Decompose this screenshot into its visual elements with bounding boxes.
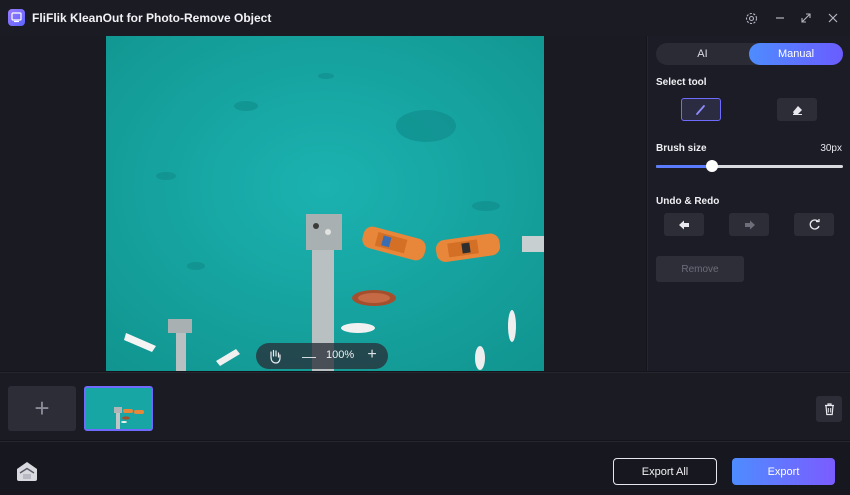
export-all-button[interactable]: Export All: [613, 458, 717, 485]
mode-manual-tab[interactable]: Manual: [749, 43, 843, 65]
undo-button[interactable]: [664, 213, 704, 236]
home-icon: [17, 462, 37, 481]
photo-canvas[interactable]: [106, 36, 544, 371]
zoom-level: 100%: [326, 349, 355, 361]
export-button[interactable]: Export: [732, 458, 835, 485]
image-thumbnail[interactable]: [84, 386, 153, 431]
title-bar: FliFlik KleanOut for Photo-Remove Object: [0, 0, 850, 36]
eraser-icon: [792, 105, 802, 115]
undo-redo-label: Undo & Redo: [656, 196, 720, 207]
mode-toggle: AI Manual: [656, 43, 843, 65]
brush-size-label: Brush size: [656, 143, 707, 154]
app-logo-icon: [8, 9, 25, 26]
minimize-icon[interactable]: [771, 9, 789, 27]
reset-icon: [809, 219, 820, 230]
mode-ai-tab[interactable]: AI: [656, 43, 749, 65]
zoom-in-button[interactable]: +: [365, 346, 379, 364]
close-icon[interactable]: [824, 9, 842, 27]
maximize-icon[interactable]: [797, 9, 815, 27]
brush-size-slider[interactable]: [656, 160, 843, 172]
eraser-tool-button[interactable]: [777, 98, 817, 121]
zoom-out-button[interactable]: —: [302, 347, 316, 365]
edit-panel: AI Manual Select tool Brush size 30px Un…: [647, 36, 850, 371]
delete-image-button[interactable]: [816, 396, 842, 422]
redo-button[interactable]: [729, 213, 769, 236]
trash-icon: [824, 403, 834, 416]
brush-size-slider-thumb[interactable]: [706, 160, 718, 172]
zoom-toolbar: — 100% +: [256, 343, 388, 369]
brush-tool-button[interactable]: [681, 98, 721, 121]
select-tool-label: Select tool: [656, 77, 707, 88]
settings-icon[interactable]: [742, 9, 760, 27]
hand-pan-icon[interactable]: [266, 347, 284, 365]
app-title: FliFlik KleanOut for Photo-Remove Object: [32, 11, 272, 25]
brush-size-value: 30px: [820, 143, 842, 154]
home-button[interactable]: [14, 458, 40, 484]
canvas-area: — 100% +: [0, 36, 646, 371]
brush-size-slider-fill: [656, 165, 712, 168]
thumbnail-strip: +: [0, 372, 850, 440]
add-image-button[interactable]: +: [8, 386, 76, 431]
brush-icon: [696, 104, 705, 115]
reset-button[interactable]: [794, 213, 834, 236]
remove-button[interactable]: Remove: [656, 256, 744, 282]
redo-icon: [744, 220, 755, 229]
bottom-bar: Export All Export: [0, 441, 850, 495]
undo-icon: [678, 220, 689, 229]
